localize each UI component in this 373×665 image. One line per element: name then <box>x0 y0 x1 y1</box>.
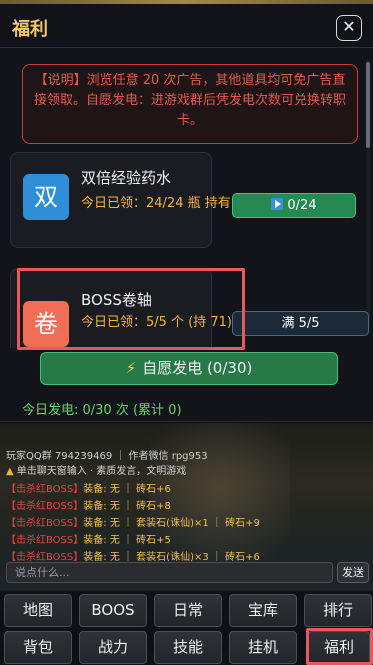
tab-power[interactable]: 战力 <box>79 631 147 664</box>
tab-skills[interactable]: 技能 <box>154 631 222 664</box>
chat-panel: 玩家QQ群 794239469 ｜ 作者微信 rpg953 ▲ 单击聊天窗输入 ·… <box>0 423 373 591</box>
highlight-box-boss-scroll <box>17 268 245 350</box>
power-stats: 今日发电: 0/30 次 (累计 0) <box>22 403 182 418</box>
welfare-panel: 福利 ✕ 【说明】浏览任意 20 次广告，其他道具均可免广告直接领取。自愿发电：… <box>0 4 373 422</box>
tab-bag[interactable]: 背包 <box>4 631 72 664</box>
chat-message: 【击杀红BOSS】装备: 无 ｜ 砖石+5 <box>6 531 171 546</box>
tab-boss[interactable]: BOOS <box>79 594 147 627</box>
warning-icon: ▲ <box>6 466 14 477</box>
scroll-thumb[interactable] <box>366 62 370 148</box>
panel-title: 福利 <box>12 19 48 40</box>
kill-text: 装备: 无 ｜ 砖石+5 <box>83 535 171 546</box>
power-button-label: 自愿发电 (0/30) <box>142 359 253 377</box>
exp-potion-icon: 双 <box>23 174 69 220</box>
chat-warning-text: 单击聊天窗输入 · 素质发言，文明游戏 <box>16 466 187 477</box>
kill-tag: 【击杀红BOSS】 <box>6 518 84 529</box>
highlight-box-welfare-tab <box>306 628 373 665</box>
tab-ranking[interactable]: 排行 <box>304 594 372 627</box>
bottom-tab-bar: 地图 BOOS 日常 宝库 排行 背包 战力 技能 挂机 福利 <box>0 591 373 665</box>
close-button[interactable]: ✕ <box>336 15 362 41</box>
item-card-exp-potion: 双 双倍经验药水 今日已领：24/24 瓶 持有 0) <box>10 152 248 248</box>
notice-box: 【说明】浏览任意 20 次广告，其他道具均可免广告直接领取。自愿发电：进游戏群后… <box>22 64 358 144</box>
kill-text: 装备: 无 ｜ 砖石+6 <box>83 484 171 495</box>
voluntary-power-button[interactable]: ⚡ 自愿发电 (0/30) <box>40 352 338 385</box>
lightning-icon: ⚡ <box>125 359 137 377</box>
kill-tag: 【击杀红BOSS】 <box>6 535 84 546</box>
claim-full-button[interactable]: 满 5/5 <box>232 311 369 336</box>
kill-text: 装备: 无 ｜ 套装石(诛仙)×1 ｜ 砖石+9 <box>83 518 260 529</box>
kill-text: 装备: 无 ｜ 砖石+8 <box>83 501 171 512</box>
send-button[interactable]: 发送 <box>337 562 369 583</box>
chat-message: 【击杀红BOSS】装备: 无 ｜ 套装石(诛仙)×3 ｜ 砖石+6 <box>6 548 260 563</box>
chat-message: 【击杀红BOSS】装备: 无 ｜ 砖石+6 <box>6 480 171 495</box>
tab-map[interactable]: 地图 <box>4 594 72 627</box>
item-name: 双倍经验药水 <box>81 169 172 187</box>
watch-ad-button[interactable]: 0/24 <box>232 193 356 218</box>
chat-info-line: 玩家QQ群 794239469 ｜ 作者微信 rpg953 <box>6 451 208 462</box>
chat-message: 【击杀红BOSS】装备: 无 ｜ 砖石+8 <box>6 497 171 512</box>
panel-header: 福利 ✕ <box>0 4 373 48</box>
kill-tag: 【击杀红BOSS】 <box>6 484 84 495</box>
chat-message: 【击杀红BOSS】装备: 无 ｜ 套装石(诛仙)×1 ｜ 砖石+9 <box>6 514 260 529</box>
tab-idle[interactable]: 挂机 <box>229 631 297 664</box>
chat-warning-line: ▲ 单击聊天窗输入 · 素质发言，文明游戏 <box>6 462 186 477</box>
tab-treasury[interactable]: 宝库 <box>229 594 297 627</box>
chat-input[interactable]: 说点什么... <box>6 562 333 583</box>
play-ad-icon <box>271 198 284 210</box>
watch-ad-button-label: 0/24 <box>287 198 317 213</box>
tab-daily[interactable]: 日常 <box>154 594 222 627</box>
kill-tag: 【击杀红BOSS】 <box>6 501 84 512</box>
